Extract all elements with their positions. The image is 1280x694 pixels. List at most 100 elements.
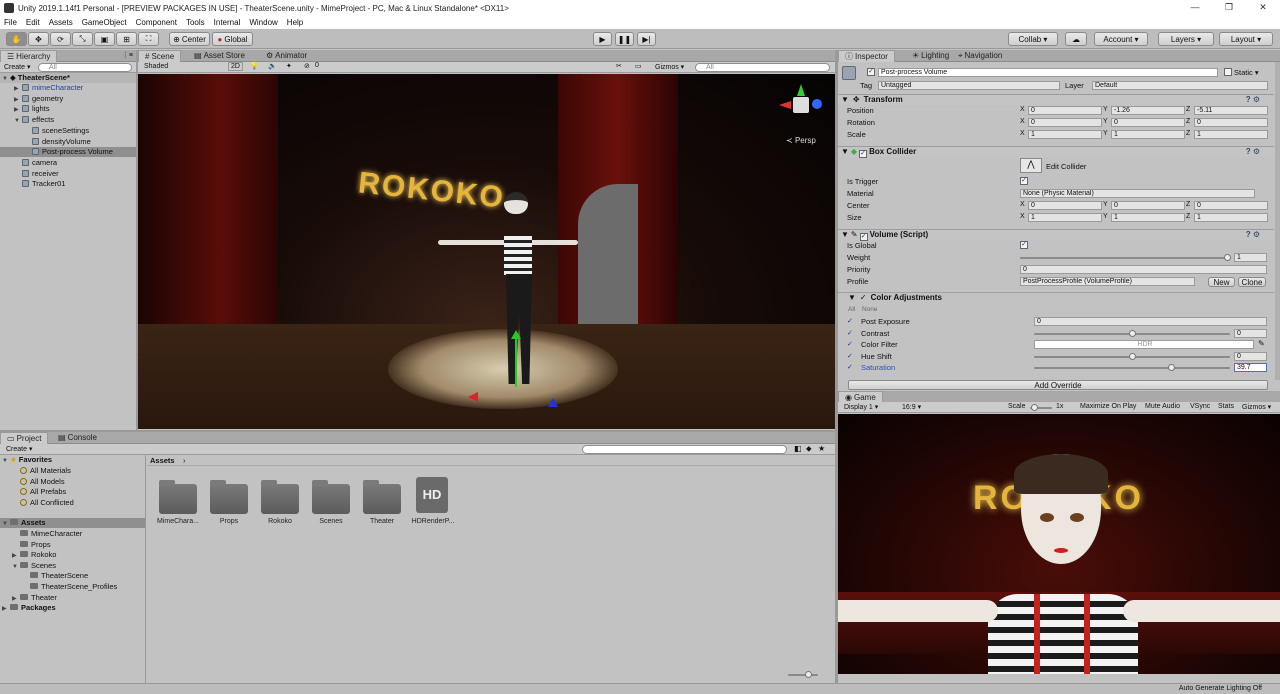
color-adjustment-field[interactable]: 0 bbox=[1234, 351, 1267, 361]
minimize-button[interactable]: — bbox=[1178, 0, 1212, 16]
restore-button[interactable]: ❐ bbox=[1212, 0, 1246, 16]
help-icon[interactable]: ? ⚙ bbox=[1246, 95, 1260, 105]
volume-header[interactable]: ▼ ✎ ✓ Volume (Script) ? ⚙ bbox=[838, 229, 1274, 241]
weight-slider-knob[interactable] bbox=[1224, 254, 1231, 261]
scene-orientation-gizmo[interactable] bbox=[776, 84, 826, 134]
override-checkmark-icon[interactable]: ✓ bbox=[847, 352, 853, 360]
game-gizmos-dropdown[interactable]: Gizmos ▾ bbox=[1242, 403, 1271, 411]
vector-y-field[interactable]: 1 bbox=[1111, 130, 1185, 139]
tab-scene[interactable]: # Scene bbox=[138, 50, 182, 62]
static-dropdown[interactable]: Static ▾ bbox=[1234, 68, 1259, 77]
add-override-button[interactable]: Add Override bbox=[848, 380, 1268, 390]
hierarchy-search-input[interactable]: All bbox=[38, 63, 132, 72]
weight-slider-track[interactable] bbox=[1020, 257, 1228, 259]
hierarchy-item[interactable]: ▶ lights bbox=[0, 104, 136, 114]
gizmo-y-arrow-icon[interactable] bbox=[511, 330, 521, 339]
is-global-checkbox[interactable]: ✓ bbox=[1020, 241, 1028, 249]
maximize-on-play-toggle[interactable]: Maximize On Play bbox=[1080, 403, 1136, 410]
favorite-search-item[interactable]: All Prefabs bbox=[0, 487, 145, 497]
vector-y-field[interactable]: 0 bbox=[1111, 118, 1185, 127]
asset-grid-label[interactable]: HDRenderP... bbox=[408, 518, 458, 525]
cloud-button[interactable]: ☁ bbox=[1065, 32, 1087, 46]
display-dropdown[interactable]: Display 1 ▾ bbox=[844, 403, 878, 411]
stats-toggle[interactable]: Stats bbox=[1218, 403, 1234, 410]
scene-tools-icon[interactable]: ✂ bbox=[616, 62, 622, 70]
icon-size-slider-track[interactable] bbox=[788, 674, 818, 676]
menu-tools[interactable]: Tools bbox=[186, 18, 205, 27]
tab-animator[interactable]: ⚙ Animator bbox=[260, 50, 313, 62]
hierarchy-item[interactable]: receiver bbox=[0, 169, 136, 179]
vector-x-field[interactable]: 0 bbox=[1028, 118, 1102, 127]
close-button[interactable]: ✕ bbox=[1246, 0, 1280, 16]
box-collider-enabled-checkbox[interactable]: ✓ bbox=[859, 150, 868, 158]
volume-enabled-checkbox[interactable]: ✓ bbox=[859, 233, 868, 241]
vector-y-field[interactable]: -1.26 bbox=[1111, 106, 1185, 115]
override-checkmark-icon[interactable]: ✓ bbox=[847, 363, 853, 371]
hierarchy-create-button[interactable]: Create ▾ bbox=[4, 63, 30, 71]
override-checkmark-icon[interactable]: ✓ bbox=[847, 340, 853, 348]
active-checkbox[interactable]: ✓ bbox=[867, 68, 875, 76]
gizmo-y-axis[interactable] bbox=[515, 332, 517, 387]
gizmo-cube-icon[interactable] bbox=[793, 97, 809, 113]
menu-component[interactable]: Component bbox=[136, 18, 177, 27]
tab-asset-store[interactable]: ▤ Asset Store bbox=[188, 50, 251, 62]
asset-grid-label[interactable]: Scenes bbox=[306, 518, 356, 525]
hierarchy-item[interactable]: ▶ geometry bbox=[0, 94, 136, 104]
help-icon[interactable]: ? ⚙ bbox=[1246, 230, 1260, 240]
breadcrumb-assets[interactable]: Assets bbox=[150, 456, 175, 465]
camera-settings-icon[interactable]: ▭ bbox=[635, 62, 642, 70]
hand-tool-icon[interactable]: ✋ bbox=[6, 32, 27, 46]
static-checkbox[interactable] bbox=[1224, 68, 1232, 76]
hierarchy-item[interactable]: ▼ effects bbox=[0, 115, 136, 125]
lighting-toggle-icon[interactable]: 💡 bbox=[250, 62, 259, 70]
asset-grid-label[interactable]: Props bbox=[204, 518, 254, 525]
layers-button[interactable]: Layers ▾ bbox=[1158, 32, 1214, 46]
help-icon[interactable]: ? ⚙ bbox=[1246, 147, 1260, 157]
favorite-star-icon[interactable]: ★ bbox=[818, 444, 825, 453]
material-field[interactable]: None (Physic Material) bbox=[1020, 189, 1255, 198]
transform-header[interactable]: ▼ ✥ Transform ? ⚙ bbox=[838, 94, 1274, 105]
filter-by-type-icon[interactable]: ◧ bbox=[794, 444, 802, 453]
none-toggle[interactable]: None bbox=[862, 306, 878, 313]
project-create-button[interactable]: Create ▾ bbox=[6, 445, 32, 453]
audio-toggle-icon[interactable]: 🔈 bbox=[268, 62, 277, 70]
effects-toggle-icon[interactable]: ✦ bbox=[286, 62, 292, 70]
mute-audio-toggle[interactable]: Mute Audio bbox=[1145, 403, 1180, 410]
is-trigger-checkbox[interactable]: ✓ bbox=[1020, 177, 1028, 185]
folder-icon[interactable] bbox=[363, 480, 401, 514]
layer-dropdown[interactable]: Default bbox=[1092, 81, 1268, 90]
folder-icon[interactable] bbox=[261, 480, 299, 514]
edit-collider-button[interactable]: ⋀ bbox=[1020, 158, 1042, 173]
favorite-search-item[interactable]: All Materials bbox=[0, 466, 145, 476]
vector-z-field[interactable]: -5.11 bbox=[1194, 106, 1268, 115]
layout-button[interactable]: Layout ▾ bbox=[1219, 32, 1273, 46]
vector-z-field[interactable]: 1 bbox=[1194, 213, 1268, 222]
favorite-search-item[interactable]: All Conflicted bbox=[0, 498, 145, 508]
vsync-toggle[interactable]: VSync bbox=[1190, 403, 1210, 410]
vector-z-field[interactable]: 1 bbox=[1194, 130, 1268, 139]
favorite-search-item[interactable]: All Models bbox=[0, 477, 145, 487]
color-adjustment-slider-knob[interactable] bbox=[1129, 352, 1136, 360]
color-adjustment-field[interactable]: 39.7 bbox=[1234, 363, 1267, 372]
filter-by-label-icon[interactable]: ⬥ bbox=[806, 444, 812, 454]
aspect-dropdown[interactable]: 16:9 ▾ bbox=[902, 403, 921, 411]
move-tool-icon[interactable]: ✥ bbox=[28, 32, 49, 46]
tab-console[interactable]: ▤ Console bbox=[52, 432, 103, 444]
account-button[interactable]: Account ▾ bbox=[1094, 32, 1148, 46]
scene-root-row[interactable]: ▼ ◆ TheaterScene* bbox=[0, 73, 136, 83]
hierarchy-item[interactable]: Tracker01 bbox=[0, 179, 136, 189]
vector-z-field[interactable]: 0 bbox=[1194, 201, 1268, 210]
inspector-scrollbar[interactable] bbox=[1275, 62, 1280, 380]
gizmo-x-arrow-icon[interactable] bbox=[468, 392, 478, 402]
folder-icon[interactable] bbox=[312, 480, 350, 514]
asset-folder-row[interactable]: TheaterScene_Profiles bbox=[0, 582, 145, 592]
override-checkmark-icon[interactable]: ✓ bbox=[847, 329, 853, 337]
weight-field[interactable]: 1 bbox=[1234, 253, 1267, 262]
override-checkmark-icon[interactable]: ✓ bbox=[847, 317, 853, 325]
hierarchy-item[interactable]: Post-process Volume bbox=[0, 147, 136, 158]
asset-grid-label[interactable]: Rokoko bbox=[255, 518, 305, 525]
profile-field[interactable]: PostProcessProfile (VolumeProfile) bbox=[1020, 277, 1195, 286]
transform-tool-icon[interactable]: ⊞ bbox=[116, 32, 137, 46]
tab-lighting[interactable]: ☀ Lighting bbox=[906, 50, 955, 62]
box-collider-header[interactable]: ▼ ◆ ✓ Box Collider ? ⚙ bbox=[838, 146, 1274, 158]
